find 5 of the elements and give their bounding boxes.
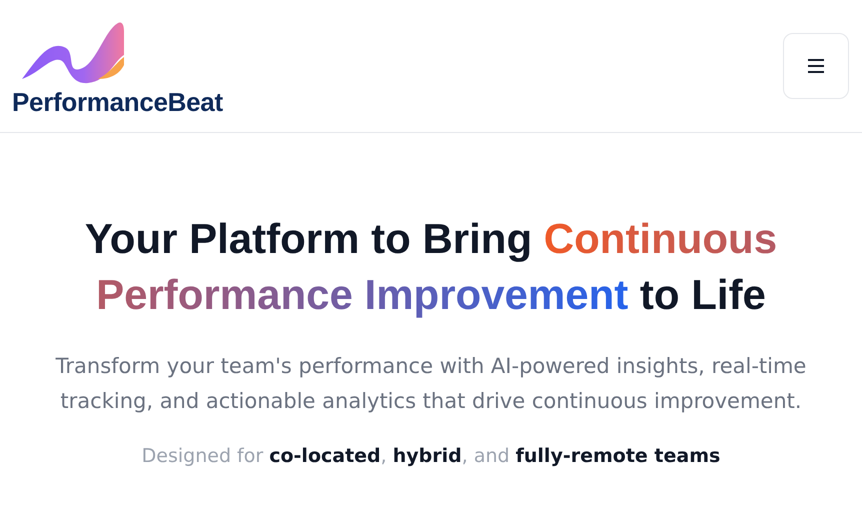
menu-button[interactable]: [783, 33, 849, 99]
subtitle: Transform your team's performance with AI-powered insights, real-time tracking, and actionable analytics that drive continuous improvement.: [54, 353, 808, 415]
menu-icon: [807, 59, 825, 73]
logo-text[interactable]: PerformanceBeat: [12, 87, 223, 117]
tagline: Designed for co-located, hybrid, and fully-remote teams: [142, 445, 720, 467]
